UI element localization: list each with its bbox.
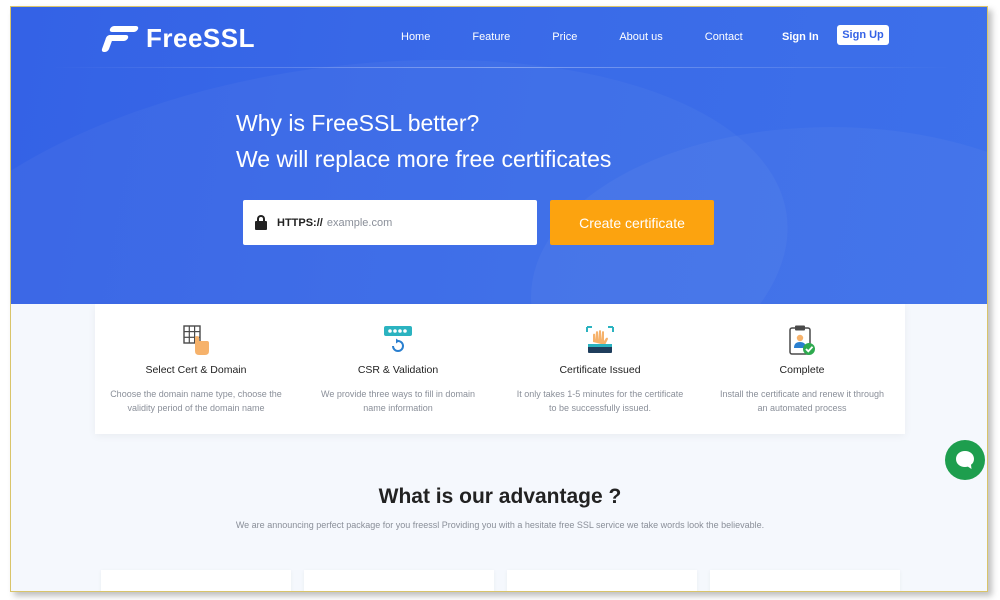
page-frame: FreeSSL Home Feature Price About us Cont… [10, 6, 988, 592]
advantage-cards [101, 570, 913, 591]
step-description: We provide three ways to fill in domain … [321, 389, 475, 413]
step-csr-validation: CSR & Validation We provide three ways t… [297, 304, 499, 434]
hero-title-line-1: Why is FreeSSL better? [236, 110, 480, 136]
step-select-cert: Select Cert & Domain Choose the domain n… [95, 304, 297, 434]
nav-home[interactable]: Home [401, 29, 430, 45]
hero-title: Why is FreeSSL better? We will replace m… [236, 105, 611, 177]
step-certificate-issued: Certificate Issued It only takes 1-5 min… [499, 304, 701, 434]
brand-name: FreeSSL [146, 23, 255, 53]
step-description: Choose the domain name type, choose the … [110, 389, 282, 413]
steps-card: Select Cert & Domain Choose the domain n… [95, 304, 905, 434]
nav-feature[interactable]: Feature [472, 29, 510, 45]
nav-contact[interactable]: Contact [705, 29, 743, 45]
domain-search-box: HTTPS:// [243, 200, 537, 245]
certificate-issued-icon [586, 326, 614, 353]
main-nav: Home Feature Price About us Contact [401, 29, 785, 45]
create-certificate-button[interactable]: Create certificate [550, 200, 714, 245]
grid-hand-icon [183, 325, 209, 355]
advantage-card [304, 570, 494, 591]
advantage-card [710, 570, 900, 591]
step-complete: Complete Install the certificate and ren… [701, 304, 903, 434]
step-title: Certificate Issued [559, 364, 641, 376]
nav-divider [51, 67, 951, 68]
domain-input[interactable] [326, 216, 507, 229]
chat-bubble-icon [956, 451, 974, 469]
logo-icon [100, 25, 140, 52]
password-refresh-icon [384, 326, 412, 352]
brand-logo[interactable]: FreeSSL [100, 23, 255, 54]
step-title: Complete [779, 364, 825, 376]
sign-in-link[interactable]: Sign In [782, 29, 819, 45]
nav-about-us[interactable]: About us [619, 29, 662, 45]
chat-button[interactable] [945, 440, 985, 480]
advantage-card [507, 570, 697, 591]
hero-section: FreeSSL Home Feature Price About us Cont… [11, 7, 987, 304]
step-title: CSR & Validation [357, 364, 439, 376]
advantage-subtitle: We are announcing perfect package for yo… [235, 520, 765, 530]
hero-title-line-2: We will replace more free certificates [236, 146, 612, 172]
lock-icon [255, 215, 267, 230]
protocol-label: HTTPS:// [277, 216, 323, 229]
step-description: It only takes 1-5 minutes for the certif… [516, 389, 684, 413]
advantage-title: What is our advantage ? [378, 485, 622, 508]
sign-up-button[interactable]: Sign Up [837, 25, 889, 45]
advantage-card [101, 570, 291, 591]
clipboard-check-icon [789, 325, 815, 355]
step-description: Install the certificate and renew it thr… [719, 389, 885, 413]
step-title: Select Cert & Domain [145, 364, 247, 376]
nav-price[interactable]: Price [552, 29, 577, 45]
